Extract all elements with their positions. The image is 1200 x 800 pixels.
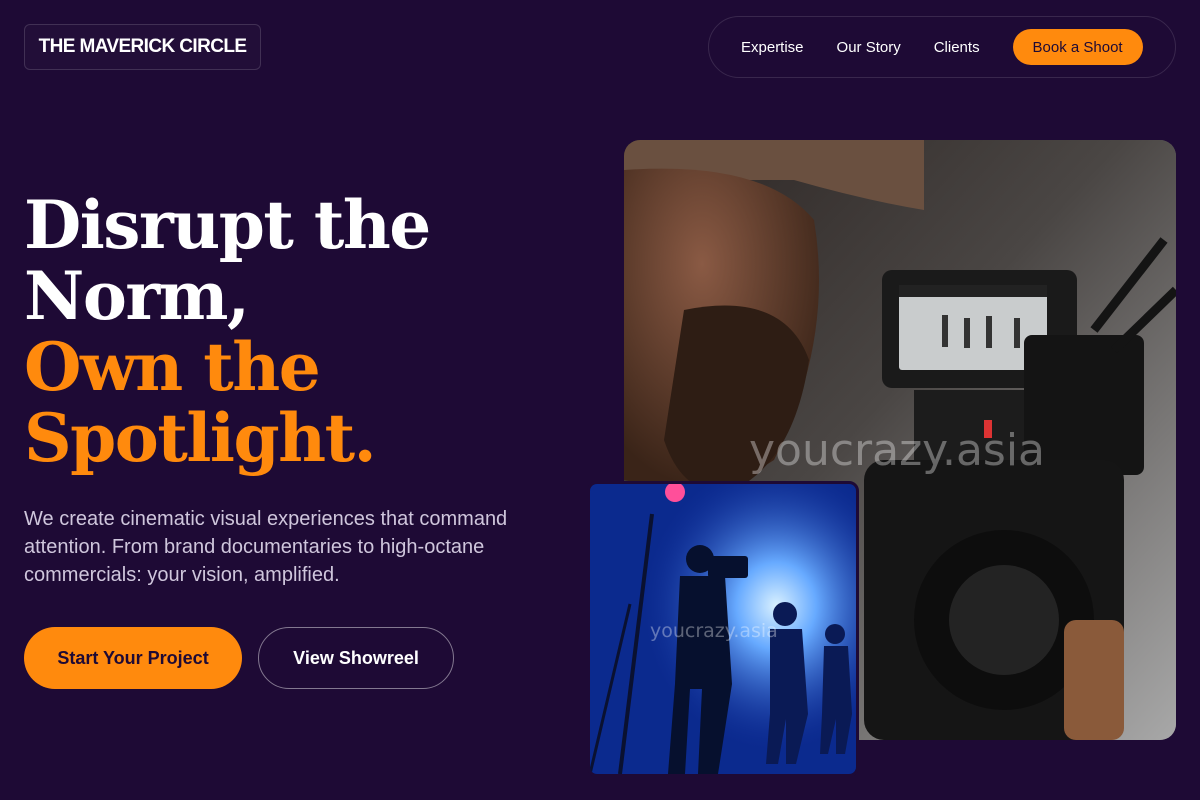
headline-line-2: Norm, xyxy=(24,257,250,335)
headline-accent-line-2: Spotlight. xyxy=(24,399,377,477)
book-shoot-button[interactable]: Book a Shoot xyxy=(1012,29,1143,65)
logo-text: THE MAVERICK CIRCLE xyxy=(38,36,247,57)
start-project-button[interactable]: Start Your Project xyxy=(24,627,242,689)
small-image-watermark: youcrazy.asia xyxy=(650,620,778,642)
headline-line-1: Disrupt the xyxy=(24,186,431,264)
hero-subtext: We create cinematic visual experiences t… xyxy=(24,508,508,586)
headline-accent-line-1: Own the xyxy=(24,328,321,406)
nav-link-clients[interactable]: Clients xyxy=(934,39,980,56)
logo[interactable]: THE MAVERICK CIRCLE xyxy=(24,24,261,70)
concert-photo: youcrazy.asia xyxy=(587,481,859,777)
main-image-watermark: youcrazy.asia xyxy=(749,425,1046,476)
main-nav: Expertise Our Story Clients Book a Shoot xyxy=(708,16,1176,78)
landing-page: THE MAVERICK CIRCLE Expertise Our Story … xyxy=(0,0,1200,800)
nav-link-our-story[interactable]: Our Story xyxy=(837,39,901,56)
hero-headline: Disrupt the Norm, Own the Spotlight. xyxy=(24,190,584,474)
nav-link-expertise[interactable]: Expertise xyxy=(741,39,804,56)
view-showreel-button[interactable]: View Showreel xyxy=(258,627,454,689)
